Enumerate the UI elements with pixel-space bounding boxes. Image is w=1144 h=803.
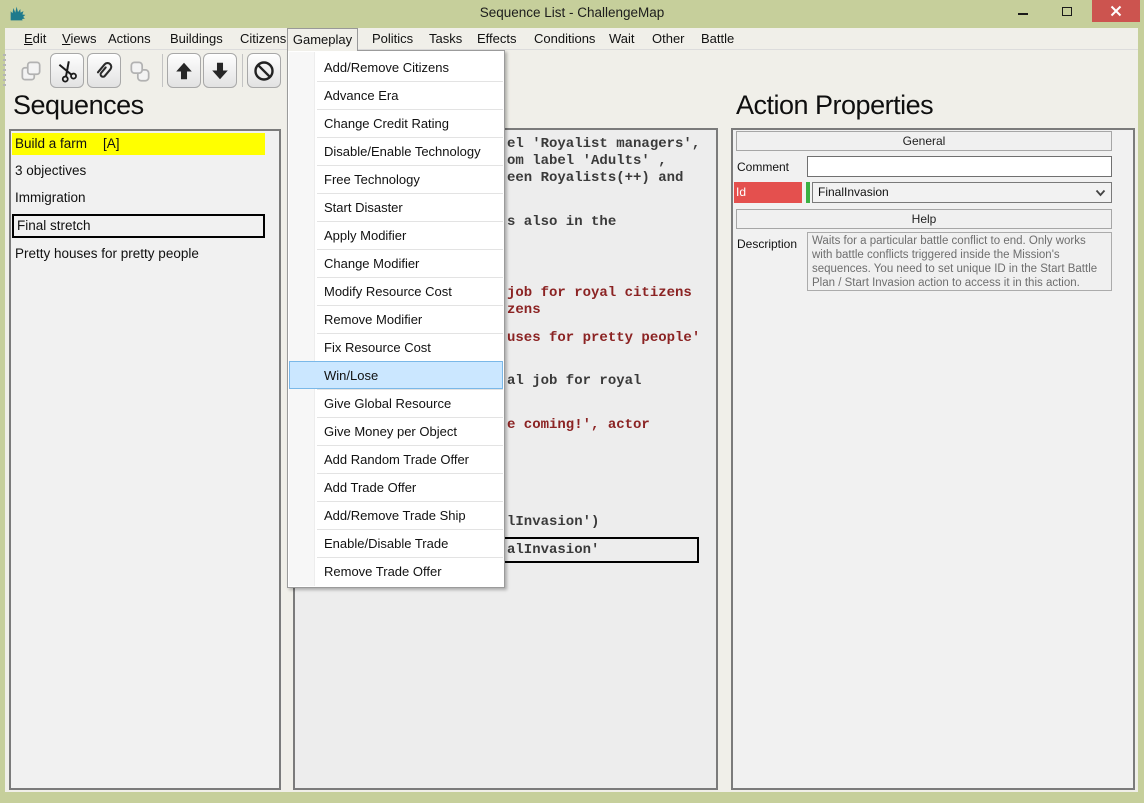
sequences-list: Build a farm [A] 3 objectives Immigration… <box>9 129 281 790</box>
list-item[interactable]: Immigration <box>12 187 265 209</box>
menu-item-disable-enable-technology[interactable]: Disable/Enable Technology <box>289 137 503 165</box>
menu-item-enable-disable-trade[interactable]: Enable/Disable Trade <box>289 529 503 557</box>
action-line[interactable]: lInvasion') <box>507 514 599 530</box>
menu-wait[interactable]: Wait <box>605 28 639 50</box>
action-line[interactable]: uses for pretty people' <box>507 330 700 346</box>
move-down-button[interactable] <box>203 53 237 88</box>
id-combobox-value: FinalInvasion <box>818 185 889 199</box>
cut-icon <box>58 60 77 82</box>
general-section-header[interactable]: General <box>736 131 1112 151</box>
move-up-button[interactable] <box>167 53 201 88</box>
app-window: Sequence List - ChallengeMap Edit Views … <box>0 0 1144 803</box>
help-section-header[interactable]: Help <box>736 209 1112 229</box>
sequences-heading: Sequences <box>13 90 144 120</box>
description-label: Description <box>737 237 798 251</box>
menu-item-add-random-trade-offer[interactable]: Add Random Trade Offer <box>289 445 503 473</box>
menu-buildings[interactable]: Buildings <box>166 28 227 50</box>
menu-item-free-technology[interactable]: Free Technology <box>289 165 503 193</box>
menu-item-give-global-resource[interactable]: Give Global Resource <box>289 389 503 417</box>
id-valid-indicator <box>806 182 810 203</box>
toolbar-separator <box>242 54 243 87</box>
action-line[interactable]: s also in the <box>507 214 616 230</box>
action-line[interactable]: zens <box>507 302 541 318</box>
action-line[interactable]: el 'Royalist managers', <box>507 136 700 152</box>
menu-item-remove-trade-offer[interactable]: Remove Trade Offer <box>289 557 503 585</box>
menu-gameplay[interactable]: Gameplay <box>287 28 358 51</box>
maximize-button[interactable] <box>1046 0 1088 22</box>
minimize-button[interactable] <box>1002 0 1044 22</box>
menu-actions[interactable]: Actions <box>104 28 155 50</box>
menu-item-add-trade-offer[interactable]: Add Trade Offer <box>289 473 503 501</box>
move-down-icon <box>212 62 228 79</box>
toolbar-separator <box>162 54 163 87</box>
menu-item-add-remove-citizens[interactable]: Add/Remove Citizens <box>289 53 503 81</box>
toolbar-grip[interactable] <box>3 54 6 87</box>
cut-button[interactable] <box>50 53 84 88</box>
menu-item-apply-modifier[interactable]: Apply Modifier <box>289 221 503 249</box>
menubar: Edit Views Actions Buildings Citizens Po… <box>5 28 1138 50</box>
menu-item-advance-era[interactable]: Advance Era <box>289 81 503 109</box>
list-item[interactable]: Final stretch <box>12 214 265 238</box>
menu-other[interactable]: Other <box>648 28 689 50</box>
copy-icon <box>21 60 41 81</box>
action-properties-heading: Action Properties <box>736 90 934 120</box>
comment-label: Comment <box>737 160 790 174</box>
menu-battle[interactable]: Battle <box>697 28 738 50</box>
maximize-icon <box>1062 6 1072 16</box>
move-up-icon <box>176 62 192 79</box>
menu-citizens[interactable]: Citizens <box>236 28 290 50</box>
menu-tasks[interactable]: Tasks <box>425 28 466 50</box>
list-item[interactable]: Pretty houses for pretty people <box>12 243 265 265</box>
comment-input[interactable] <box>807 156 1112 177</box>
menu-item-win-lose[interactable]: Win/Lose <box>289 361 503 389</box>
menu-item-give-money-per-object[interactable]: Give Money per Object <box>289 417 503 445</box>
minimize-icon <box>1018 13 1028 15</box>
window-title: Sequence List - ChallengeMap <box>479 5 665 20</box>
id-label: Id <box>734 182 802 203</box>
gameplay-dropdown-menu: Add/Remove Citizens Advance Era Change C… <box>287 50 505 588</box>
id-combobox[interactable]: FinalInvasion <box>812 182 1112 203</box>
action-line[interactable]: e coming!', actor <box>507 417 650 433</box>
menu-item-fix-resource-cost[interactable]: Fix Resource Cost <box>289 333 503 361</box>
action-line-selected[interactable]: alInvasion' <box>507 542 599 558</box>
copy-pages-icon <box>130 60 150 82</box>
block-icon <box>254 60 274 81</box>
menu-item-add-remove-trade-ship[interactable]: Add/Remove Trade Ship <box>289 501 503 529</box>
close-icon <box>1110 5 1122 17</box>
action-line[interactable]: om label 'Adults' , <box>507 153 667 169</box>
action-line[interactable]: al job for royal <box>507 373 641 389</box>
menu-item-start-disaster[interactable]: Start Disaster <box>289 193 503 221</box>
titlebar: Sequence List - ChallengeMap <box>0 0 1144 28</box>
list-item[interactable]: Build a farm [A] <box>12 133 265 155</box>
menu-conditions[interactable]: Conditions <box>530 28 599 50</box>
menu-item-change-credit-rating[interactable]: Change Credit Rating <box>289 109 503 137</box>
action-line[interactable]: een Royalists(++) and <box>507 170 683 186</box>
list-item[interactable]: 3 objectives <box>12 160 265 182</box>
menu-item-change-modifier[interactable]: Change Modifier <box>289 249 503 277</box>
block-button[interactable] <box>247 53 281 88</box>
menu-views[interactable]: Views <box>58 28 100 50</box>
menu-item-modify-resource-cost[interactable]: Modify Resource Cost <box>289 277 503 305</box>
sequence-badge: [A] <box>103 136 120 151</box>
paperclip-icon <box>96 61 113 78</box>
menu-politics[interactable]: Politics <box>368 28 417 50</box>
description-text: Waits for a particular battle conflict t… <box>807 232 1112 291</box>
copy-button[interactable] <box>14 53 48 88</box>
copy-pages-button[interactable] <box>123 53 157 88</box>
menu-edit[interactable]: Edit <box>20 28 50 50</box>
menu-effects[interactable]: Effects <box>473 28 521 50</box>
action-line[interactable]: job for royal citizens <box>507 285 692 301</box>
chevron-down-icon <box>1095 189 1106 197</box>
close-button[interactable] <box>1092 0 1140 22</box>
attach-button[interactable] <box>87 53 121 88</box>
menu-item-remove-modifier[interactable]: Remove Modifier <box>289 305 503 333</box>
